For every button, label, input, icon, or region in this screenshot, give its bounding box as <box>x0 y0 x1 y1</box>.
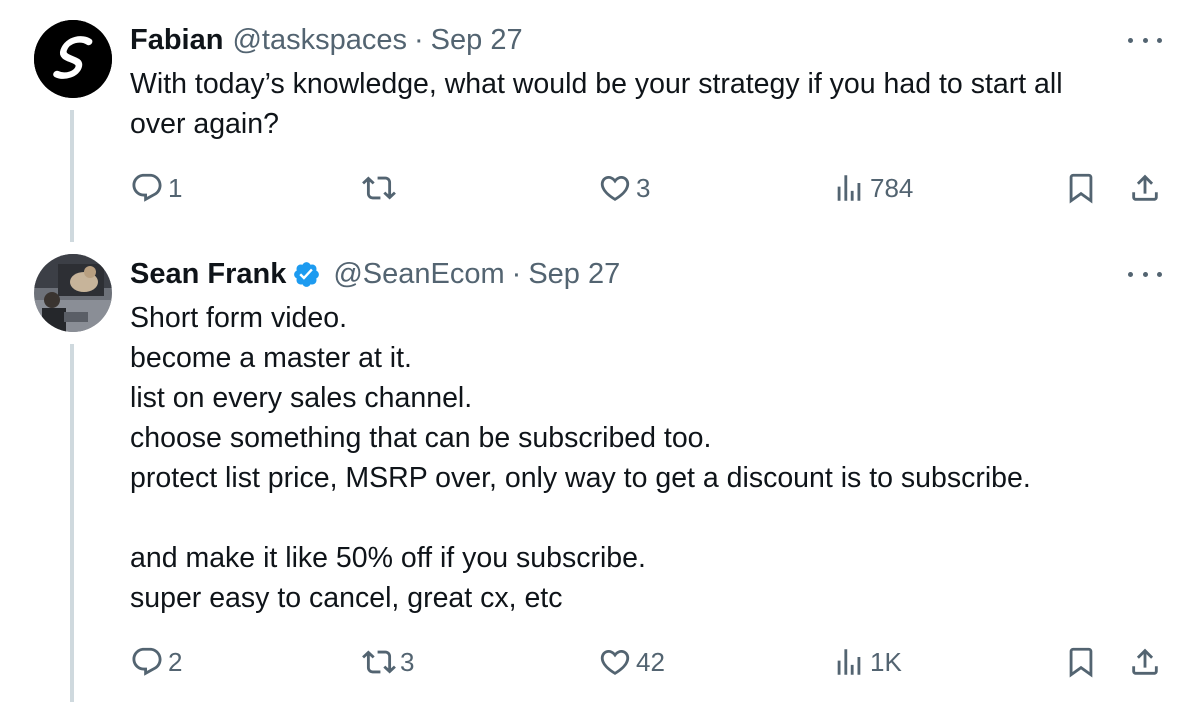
more-dot <box>1157 37 1162 43</box>
author-handle[interactable]: @SeanEcom <box>333 258 504 291</box>
tweet-text-line <box>130 498 1160 538</box>
retweet-icon <box>362 176 396 200</box>
bookmark-button[interactable] <box>1064 168 1098 208</box>
heart-icon <box>600 175 630 201</box>
tweet-text-line: and make it like 50% off if you subscrib… <box>130 542 646 574</box>
like-button[interactable]: 42 <box>598 642 665 682</box>
reply-button[interactable]: 2 <box>130 642 182 682</box>
profile-photo <box>34 254 112 332</box>
verified-badge-icon[interactable] <box>292 260 321 289</box>
more-dot <box>1157 271 1162 277</box>
tweet-header: Fabian @taskspaces · Sep 27 <box>130 20 523 60</box>
tweet-text: With today’s knowledge, what would be yo… <box>130 64 1160 144</box>
like-button[interactable]: 3 <box>598 168 650 208</box>
views-icon <box>837 649 861 675</box>
tweet-text-line: Short form video. <box>130 302 348 334</box>
reply-count: 2 <box>168 646 183 677</box>
taskspaces-logo-icon <box>34 20 112 98</box>
views-button[interactable]: 1K <box>832 642 902 682</box>
reply-count: 1 <box>168 172 183 203</box>
separator: · <box>511 257 522 290</box>
avatar-fabian[interactable] <box>34 20 112 98</box>
share-icon <box>1132 174 1158 201</box>
tweet-text-line: With today’s knowledge, what would be yo… <box>130 68 1063 100</box>
bookmark-icon <box>1069 173 1093 204</box>
reply-icon <box>132 647 162 676</box>
tweet-date[interactable]: Sep 27 <box>431 24 523 57</box>
tweet-text-line: protect list price, MSRP over, only way … <box>130 462 1031 494</box>
separator: · <box>413 23 424 56</box>
tweet-fabian[interactable]: Fabian @taskspaces · Sep 27 With today’s… <box>0 0 1192 242</box>
tweet-text: Short form video. become a master at it.… <box>130 298 1160 618</box>
tweet-date[interactable]: Sep 27 <box>528 258 620 291</box>
heart-icon <box>600 649 630 675</box>
tweet-text-line: over again? <box>130 108 279 140</box>
views-button[interactable]: 784 <box>832 168 913 208</box>
views-icon <box>837 175 861 201</box>
share-button[interactable] <box>1128 168 1162 208</box>
like-count: 42 <box>636 646 665 677</box>
author-name[interactable]: Fabian <box>130 24 223 57</box>
more-dot <box>1142 271 1148 277</box>
tweet-text-line: choose something that can be subscribed … <box>130 422 712 454</box>
more-options-button[interactable] <box>1128 30 1162 50</box>
share-icon <box>1132 648 1158 675</box>
share-button[interactable] <box>1128 642 1162 682</box>
bookmark-icon <box>1069 647 1093 678</box>
views-count: 1K <box>870 646 902 677</box>
more-dot <box>1142 37 1148 43</box>
tweet-text-line: become a master at it. <box>130 342 412 374</box>
action-bar: 1 3 784 <box>0 168 1192 208</box>
more-horizontal-icon <box>1128 37 1133 43</box>
reply-button[interactable]: 1 <box>130 168 182 208</box>
tweet-text-line: super easy to cancel, great cx, etc <box>130 582 563 614</box>
author-handle[interactable]: @taskspaces <box>232 24 407 57</box>
more-horizontal-icon <box>1128 271 1133 277</box>
retweet-count: 3 <box>400 646 415 677</box>
bookmark-button[interactable] <box>1064 642 1098 682</box>
reply-icon <box>132 173 162 202</box>
more-options-button[interactable] <box>1128 264 1162 284</box>
retweet-button[interactable]: 3 <box>362 642 414 682</box>
tweet-sean-frank[interactable]: Sean Frank @SeanEcom · Sep 27 Short form… <box>0 236 1192 702</box>
author-name[interactable]: Sean Frank <box>130 258 286 291</box>
tweet-text-line: list on every sales channel. <box>130 382 473 414</box>
retweet-button[interactable] <box>362 168 400 208</box>
action-bar: 2 3 42 1K <box>0 642 1192 682</box>
like-count: 3 <box>636 172 651 203</box>
retweet-icon <box>362 650 396 674</box>
views-count: 784 <box>870 172 914 203</box>
avatar-sean-frank[interactable] <box>34 254 112 332</box>
tweet-header: Sean Frank @SeanEcom · Sep 27 <box>130 254 620 294</box>
